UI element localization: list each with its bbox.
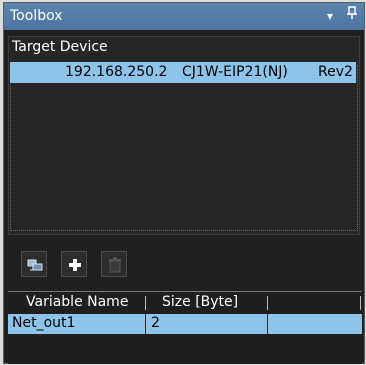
column-divider[interactable] (145, 296, 146, 310)
column-header-variable-name[interactable]: Variable Name (26, 294, 128, 310)
target-device-label: Target Device (12, 39, 108, 55)
cell-variable-name: Net_out1 (12, 315, 76, 331)
toolbox-title: Toolbox (10, 8, 63, 24)
column-divider[interactable] (360, 296, 361, 310)
window-dropdown-icon[interactable]: ▾ (327, 9, 333, 23)
cell-size: 2 (151, 315, 160, 331)
delete-button[interactable] (101, 251, 127, 277)
column-header-size[interactable]: Size [Byte] (162, 294, 238, 310)
add-button[interactable] (61, 251, 87, 277)
toolbox-window: Toolbox ▾ Target Device 192.168.250.2 CJ… (3, 2, 365, 364)
device-list-area[interactable] (10, 65, 358, 231)
column-divider[interactable] (267, 296, 268, 310)
table-row[interactable]: Net_out1 2 (8, 314, 362, 334)
device-revision: Rev2 (318, 64, 353, 80)
target-device-panel: Target Device 192.168.250.2 CJ1W-EIP21(N… (8, 36, 360, 235)
toolbox-title-bar[interactable]: Toolbox ▾ (4, 3, 364, 30)
cell-divider (267, 314, 268, 334)
device-ip-address: 192.168.250.2 (65, 64, 168, 80)
device-list-item[interactable]: 192.168.250.2 CJ1W-EIP21(NJ) Rev2 (10, 62, 356, 83)
plus-icon (69, 259, 81, 271)
device-model: CJ1W-EIP21(NJ) (182, 64, 288, 80)
cell-divider (145, 314, 146, 334)
pin-icon[interactable] (346, 6, 358, 24)
target-device-header: Target Device (9, 37, 359, 59)
trash-icon (109, 257, 121, 273)
device-list-button[interactable] (21, 251, 47, 277)
variable-table-header: Variable Name Size [Byte] (8, 292, 362, 314)
variable-table: Variable Name Size [Byte] Net_out1 2 (8, 291, 362, 364)
device-list-icon (27, 259, 43, 271)
